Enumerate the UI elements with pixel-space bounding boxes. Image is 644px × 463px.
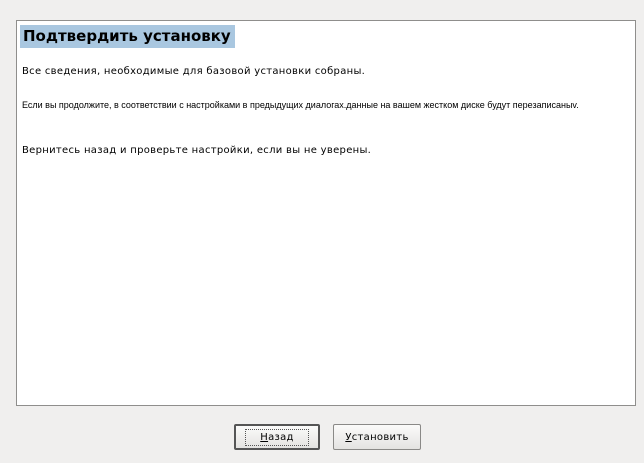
warning-text-overwrite: Если вы продолжите, в соответствии с нас… (22, 100, 579, 110)
content-panel: Подтвердить установку Все сведения, необ… (16, 20, 636, 406)
install-button-label: становить (351, 431, 409, 443)
back-button-focus-ring: Назад (245, 428, 309, 446)
confirm-install-dialog: Подтвердить установку Все сведения, необ… (0, 0, 644, 463)
back-button-label: азад (268, 431, 294, 443)
info-text-collected: Все сведения, необходимые для базовой ус… (22, 66, 366, 77)
back-button-mnemonic: Н (260, 431, 269, 443)
page-title: Подтвердить установку (20, 25, 235, 48)
install-button[interactable]: Установить (333, 424, 421, 450)
back-button[interactable]: Назад (234, 424, 320, 450)
hint-text-go-back: Вернитесь назад и проверьте настройки, е… (22, 145, 372, 156)
